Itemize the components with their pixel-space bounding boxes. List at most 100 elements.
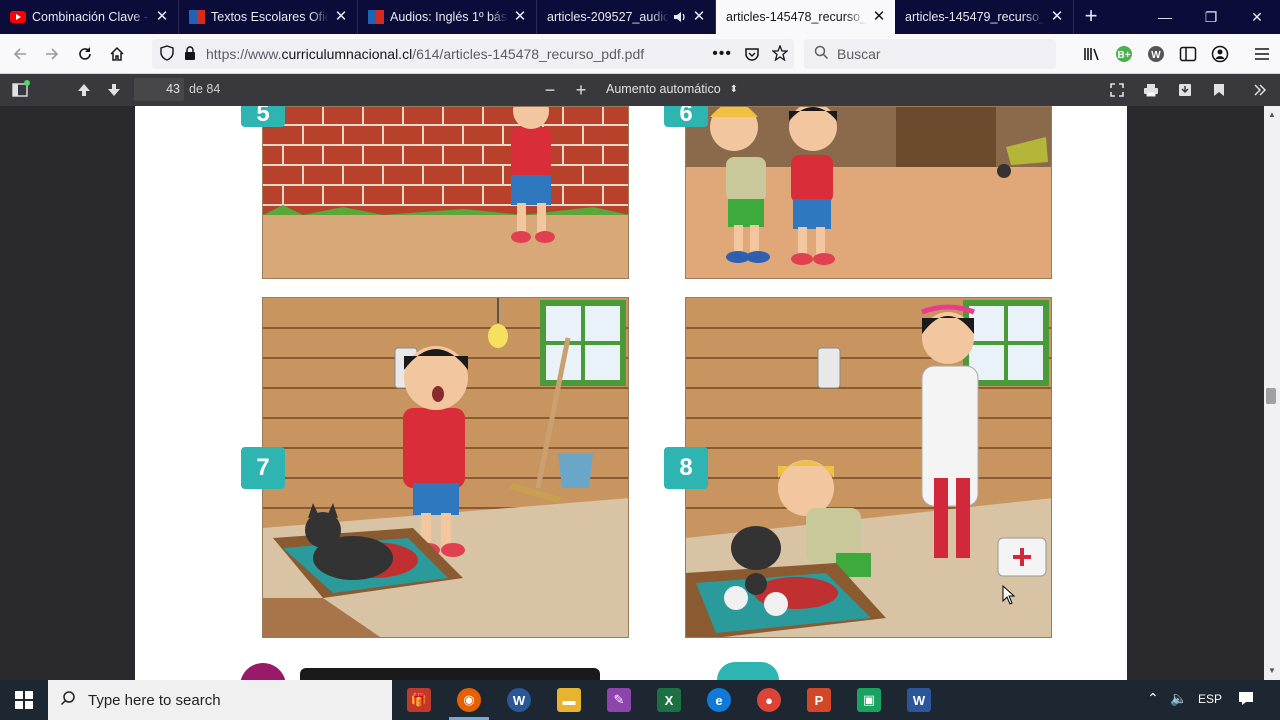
lock-icon[interactable] (184, 45, 196, 63)
bookmark-star-icon[interactable] (771, 44, 789, 64)
reload-button[interactable] (71, 40, 99, 68)
chrome-icon[interactable]: ● (757, 688, 781, 712)
minimize-button[interactable]: — (1142, 0, 1188, 34)
word-icon[interactable]: W (907, 688, 931, 712)
page-actions-icon[interactable]: ••• (712, 45, 732, 63)
svg-text:W: W (1151, 50, 1161, 61)
tab-title: Combinación Clave - (32, 10, 149, 24)
search-placeholder: Buscar (837, 46, 881, 62)
tab-title: articles-145479_recurso_p (905, 10, 1045, 24)
picture-number-badge: 5 (241, 106, 285, 127)
url-prefix: https://www. (206, 46, 282, 62)
home-button[interactable] (103, 40, 131, 68)
tab-title: articles-145478_recurso_p (726, 10, 867, 24)
tab-title: Audios: Inglés 1º básic (390, 10, 508, 24)
excel-icon[interactable]: X (657, 688, 681, 712)
next-heading-fragment (300, 668, 600, 680)
close-tab-icon[interactable]: ✕ (1049, 9, 1065, 25)
powerpoint-icon[interactable]: P (807, 688, 831, 712)
word-online-icon[interactable]: W (507, 688, 531, 712)
pdf-page: 5 6 7 8 (135, 106, 1127, 680)
close-window-button[interactable]: ✕ (1234, 0, 1280, 34)
search-input[interactable]: Buscar (804, 39, 1056, 69)
forward-button[interactable] (38, 40, 66, 68)
scroll-up-arrow-icon[interactable]: ▲ (1268, 110, 1276, 119)
library-icon[interactable] (1078, 40, 1106, 68)
tab-title: articles-209527_audio (547, 10, 669, 24)
sidebar-toggle-icon[interactable] (8, 78, 32, 102)
picture-number-badge: 8 (664, 447, 708, 489)
url-text: https://www.curriculumnacional.cl/614/ar… (206, 46, 644, 62)
next-illustration-fragment (717, 662, 779, 680)
windows-logo-icon (15, 691, 33, 709)
taskbar-search-placeholder: Type here to search (88, 691, 221, 709)
tab-audio-file[interactable]: articles-209527_audio ✕ (537, 0, 716, 34)
search-icon (814, 45, 829, 63)
previous-page-button[interactable] (72, 78, 96, 102)
next-page-button[interactable] (102, 78, 126, 102)
next-activity-icon (240, 663, 286, 680)
scroll-down-arrow-icon[interactable]: ▼ (1268, 666, 1276, 675)
address-bar[interactable]: https://www.curriculumnacional.cl/614/ar… (152, 39, 794, 69)
taskbar-search-input[interactable]: Type here to search (48, 680, 392, 720)
extension-grammar-icon[interactable]: B+ (1110, 40, 1138, 68)
windows-taskbar: Type here to search 🎁 ◉ W ▬ ✎ X e ● P ▣ … (0, 680, 1280, 720)
file-explorer-icon[interactable]: ▬ (557, 688, 581, 712)
url-domain: curriculumnacional.cl (281, 46, 413, 62)
start-button[interactable] (0, 680, 48, 720)
zoom-select[interactable]: Aumento automático ⬍ (598, 78, 746, 101)
pdf-toolbar: 43 de 84 − + Aumento automático ⬍ (0, 74, 1280, 106)
page-number-input[interactable]: 43 (134, 78, 184, 101)
pdf-viewer[interactable]: 5 6 7 8 (0, 106, 1264, 680)
gift-app-icon[interactable]: 🎁 (407, 688, 431, 712)
tab-recurso-pdf-2[interactable]: articles-145479_recurso_p ✕ (895, 0, 1074, 34)
volume-icon[interactable]: 🔈 (1170, 690, 1187, 707)
firefox-icon[interactable]: ◉ (457, 688, 481, 712)
page-count: de 84 (189, 82, 221, 96)
edge-icon[interactable]: e (707, 688, 731, 712)
tab-combinacion-clave[interactable]: Combinación Clave - ✕ (0, 0, 179, 34)
close-tab-icon[interactable]: ✕ (871, 9, 887, 25)
zoom-in-button[interactable]: + (569, 78, 593, 102)
download-icon[interactable] (1173, 78, 1197, 102)
picture-number-badge: 6 (664, 106, 708, 127)
print-icon[interactable] (1139, 78, 1163, 102)
close-tab-icon[interactable]: ✕ (691, 9, 707, 25)
extension-w-icon[interactable]: W (1142, 40, 1170, 68)
tab-recurso-pdf-active[interactable]: articles-145478_recurso_p ✕ (716, 0, 895, 34)
tracking-shield-icon[interactable] (160, 44, 174, 64)
notifications-icon[interactable] (1238, 690, 1254, 709)
tray-chevron-icon[interactable]: ⌃ (1147, 690, 1159, 707)
navigation-toolbar: https://www.curriculumnacional.cl/614/ar… (0, 34, 1280, 74)
illustration-boy-sneezing-cat (262, 297, 629, 638)
tools-chevron-icon[interactable] (1248, 78, 1272, 102)
zoom-value: Aumento automático (606, 82, 721, 96)
sidebar-toggle-icon[interactable] (1174, 40, 1202, 68)
restore-button[interactable]: ❐ (1188, 0, 1234, 34)
tab-title: Textos Escolares Ofici (211, 10, 329, 24)
close-tab-icon[interactable]: ✕ (512, 9, 528, 25)
close-tab-icon[interactable]: ✕ (333, 9, 349, 25)
bookmark-icon[interactable] (1207, 78, 1231, 102)
new-tab-button[interactable]: + (1074, 0, 1108, 34)
account-icon[interactable] (1206, 40, 1234, 68)
close-tab-icon[interactable]: ✕ (154, 9, 170, 25)
scrollbar-thumb[interactable] (1266, 388, 1276, 404)
tab-textos-escolares[interactable]: Textos Escolares Ofici ✕ (179, 0, 358, 34)
search-icon (60, 690, 76, 710)
zoom-out-button[interactable]: − (538, 78, 562, 102)
presentation-mode-icon[interactable] (1105, 78, 1129, 102)
tab-audios-ingles[interactable]: Audios: Inglés 1º básic ✕ (358, 0, 537, 34)
illustration-boy-brick-wall (262, 106, 629, 279)
pocket-icon[interactable] (744, 46, 760, 65)
site-flag-icon (368, 10, 384, 24)
input-language[interactable]: ESP (1198, 692, 1222, 706)
paint-app-icon[interactable]: ✎ (607, 688, 631, 712)
back-button[interactable] (6, 40, 34, 68)
menu-icon[interactable] (1248, 40, 1276, 68)
screen-recorder-icon[interactable]: ▣ (857, 688, 881, 712)
speaker-icon[interactable] (673, 10, 687, 24)
picture-number-badge: 7 (241, 447, 285, 489)
url-path: /614/articles-145478_recurso_pdf.pdf (412, 46, 645, 62)
notification-dot (24, 80, 30, 86)
